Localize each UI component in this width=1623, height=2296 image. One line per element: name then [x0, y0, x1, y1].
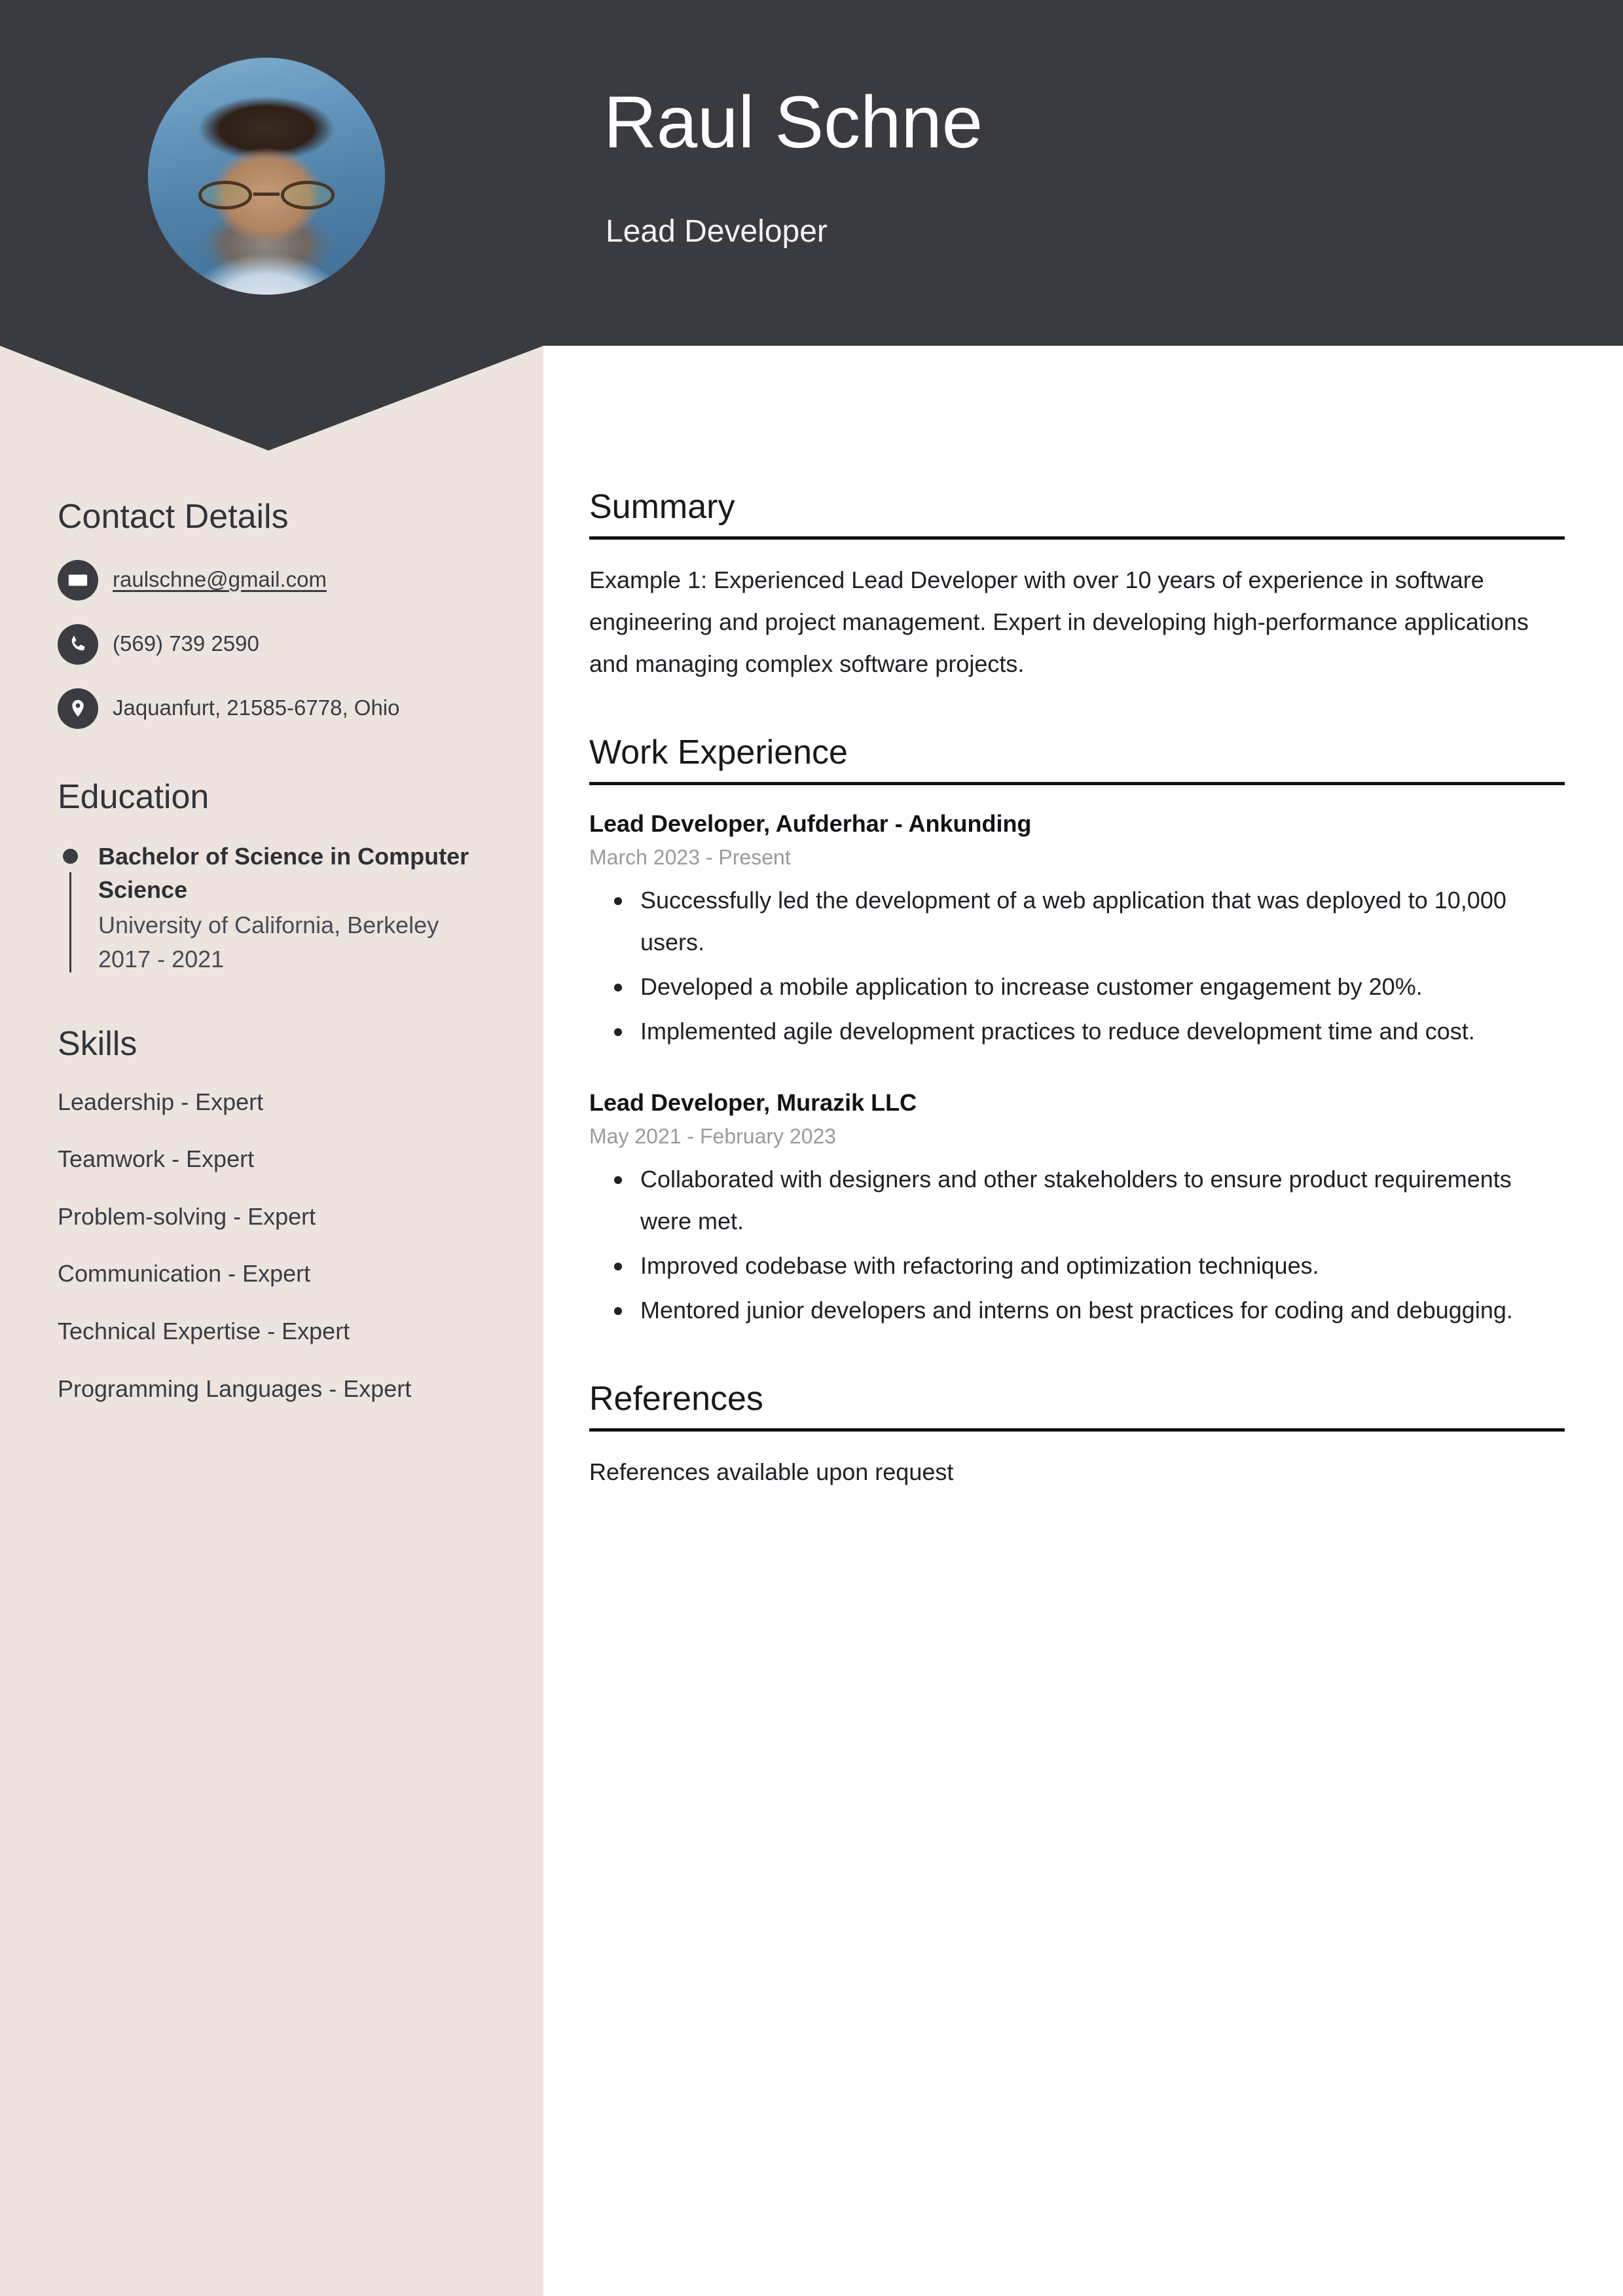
education-school: University of California, Berkeley	[98, 912, 439, 939]
work-experience-heading: Work Experience	[589, 733, 1565, 785]
location-icon	[58, 688, 98, 729]
email-icon	[58, 559, 98, 601]
education-heading: Education	[58, 777, 210, 816]
job-entry: Lead Developer, Aufderhar - Ankunding Ma…	[589, 809, 1565, 1052]
avatar	[148, 58, 385, 295]
sidebar: Contact Details raulschne@gmail.com (569…	[58, 498, 490, 1430]
job-title: Lead Developer, Aufderhar - Ankunding	[589, 809, 1032, 837]
avatar-glasses-detail	[195, 181, 337, 210]
skill-item: Technical Expertise - Expert	[58, 1318, 350, 1345]
job-bullet: Improved codebase with refactoring and o…	[614, 1245, 1565, 1287]
candidate-role: Lead Developer	[606, 214, 828, 249]
skills-list: Leadership - Expert Teamwork - Expert Pr…	[58, 1086, 490, 1405]
skills-heading: Skills	[58, 1024, 137, 1063]
contact-phone-value: (569) 739 2590	[113, 631, 259, 656]
summary-text: Example 1: Experienced Lead Developer wi…	[589, 566, 1529, 677]
job-bullet: Developed a mobile application to increa…	[614, 966, 1565, 1008]
job-bullet-list: Collaborated with designers and other st…	[589, 1158, 1565, 1331]
skill-item: Programming Languages - Expert	[58, 1375, 412, 1402]
job-bullet: Mentored junior developers and interns o…	[614, 1289, 1565, 1331]
job-bullet: Successfully led the development of a we…	[614, 880, 1565, 963]
job-entry: Lead Developer, Murazik LLC May 2021 - F…	[589, 1088, 1565, 1331]
skill-item: Leadership - Expert	[58, 1088, 264, 1115]
main-content: Summary Example 1: Experienced Lead Deve…	[589, 488, 1565, 1542]
contact-email-value[interactable]: raulschne@gmail.com	[113, 566, 327, 594]
education-timeline-rail	[69, 872, 71, 972]
avatar-photo	[148, 58, 385, 295]
contact-list: raulschne@gmail.com (569) 739 2590 Jaqua…	[58, 559, 490, 730]
summary-section: Summary Example 1: Experienced Lead Deve…	[589, 488, 1565, 685]
references-text: References available upon request	[589, 1458, 954, 1486]
references-heading: References	[589, 1380, 1565, 1432]
skill-item: Problem-solving - Expert	[58, 1202, 316, 1230]
job-title: Lead Developer, Murazik LLC	[589, 1089, 917, 1117]
job-dates: March 2023 - Present	[589, 845, 791, 869]
work-experience-section: Work Experience Lead Developer, Aufderha…	[589, 733, 1565, 1331]
job-bullet-list: Successfully led the development of a we…	[589, 880, 1565, 1052]
skill-item: Teamwork - Expert	[58, 1145, 255, 1173]
contact-details-heading: Contact Details	[58, 498, 289, 536]
candidate-name: Raul Schne	[604, 81, 983, 163]
education-degree: Bachelor of Science in Computer Science	[98, 842, 469, 904]
contact-item-location: Jaquanfurt, 21585-6778, Ohio	[58, 688, 490, 730]
education-bullet-icon	[63, 848, 78, 864]
job-bullet: Implemented agile development practices …	[614, 1010, 1565, 1052]
contact-item-phone[interactable]: (569) 739 2590	[58, 623, 490, 665]
skill-item: Communication - Expert	[58, 1260, 311, 1287]
contact-location-value: Jaquanfurt, 21585-6778, Ohio	[113, 695, 400, 720]
education-item: Bachelor of Science in Computer Science …	[58, 840, 490, 976]
phone-icon	[58, 623, 98, 665]
contact-item-email[interactable]: raulschne@gmail.com	[58, 559, 490, 601]
resume-page: Raul Schne Lead Developer Contact Detail…	[0, 0, 1623, 2296]
education-dates: 2017 - 2021	[98, 946, 225, 973]
summary-heading: Summary	[589, 488, 1565, 540]
job-bullet: Collaborated with designers and other st…	[614, 1158, 1565, 1242]
references-section: References References available upon req…	[589, 1380, 1565, 1493]
job-dates: May 2021 - February 2023	[589, 1124, 837, 1148]
